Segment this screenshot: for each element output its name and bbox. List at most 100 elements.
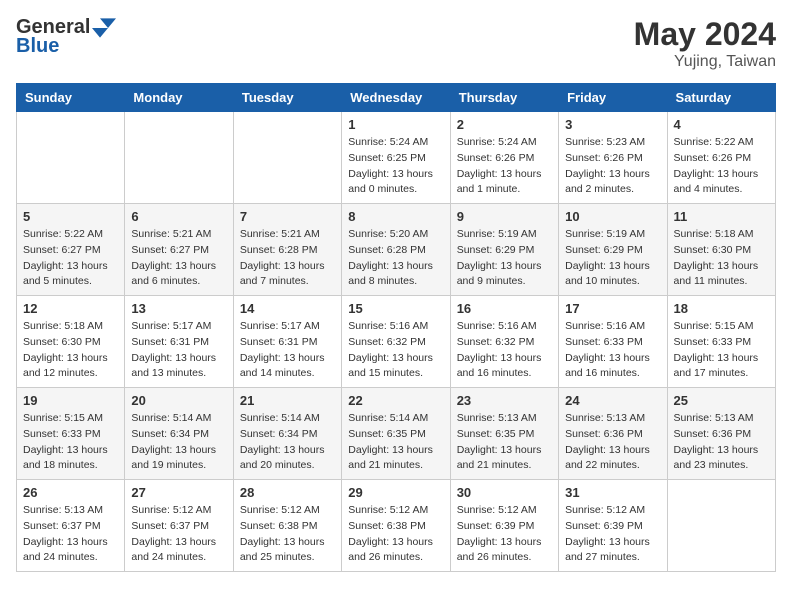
calendar-cell: 2Sunrise: 5:24 AM Sunset: 6:26 PM Daylig… [450,112,558,204]
weekday-header: Wednesday [342,84,450,112]
day-info: Sunrise: 5:14 AM Sunset: 6:34 PM Dayligh… [131,411,226,474]
day-number: 25 [674,393,769,408]
calendar-cell: 1Sunrise: 5:24 AM Sunset: 6:25 PM Daylig… [342,112,450,204]
day-info: Sunrise: 5:21 AM Sunset: 6:28 PM Dayligh… [240,227,335,290]
day-info: Sunrise: 5:20 AM Sunset: 6:28 PM Dayligh… [348,227,443,290]
day-info: Sunrise: 5:14 AM Sunset: 6:34 PM Dayligh… [240,411,335,474]
day-number: 5 [23,209,118,224]
calendar-cell: 16Sunrise: 5:16 AM Sunset: 6:32 PM Dayli… [450,296,558,388]
day-info: Sunrise: 5:12 AM Sunset: 6:37 PM Dayligh… [131,503,226,566]
day-info: Sunrise: 5:24 AM Sunset: 6:26 PM Dayligh… [457,135,552,198]
day-info: Sunrise: 5:13 AM Sunset: 6:36 PM Dayligh… [674,411,769,474]
day-number: 26 [23,485,118,500]
calendar-cell: 24 Sunrise: 5:13 AM Sunset: 6:36 PM Dayli… [559,388,667,480]
day-info: Sunrise: 5:16 AM Sunset: 6:33 PM Dayligh… [565,319,660,382]
calendar-cell: 7 Sunrise: 5:21 AM Sunset: 6:28 PM Daylig… [233,204,341,296]
day-number: 30 [457,485,552,500]
weekday-header: Sunday [17,84,125,112]
day-number: 7 [240,209,335,224]
day-number: 18 [674,301,769,316]
weekday-header: Friday [559,84,667,112]
calendar-cell: 3 Sunrise: 5:23 AM Sunset: 6:26 PM Daylig… [559,112,667,204]
weekday-header: Monday [125,84,233,112]
day-info: Sunrise: 5:17 AM Sunset: 6:31 PM Dayligh… [131,319,226,382]
calendar-cell: 23 Sunrise: 5:13 AM Sunset: 6:35 PM Dayli… [450,388,558,480]
day-info: Sunrise: 5:19 AM Sunset: 6:29 PM Dayligh… [457,227,552,290]
month-year: May 2024 [634,16,776,53]
day-info: Sunrise: 5:16 AM Sunset: 6:32 PM Dayligh… [457,319,552,382]
day-number: 15 [348,301,443,316]
calendar-cell: 8 Sunrise: 5:20 AM Sunset: 6:28 PM Daylig… [342,204,450,296]
calendar-cell: 27Sunrise: 5:12 AM Sunset: 6:37 PM Dayli… [125,480,233,572]
day-number: 8 [348,209,443,224]
day-number: 13 [131,301,226,316]
calendar-cell: 29 Sunrise: 5:12 AM Sunset: 6:38 PM Dayli… [342,480,450,572]
day-info: Sunrise: 5:13 AM Sunset: 6:35 PM Dayligh… [457,411,552,474]
calendar-cell: 19 Sunrise: 5:15 AM Sunset: 6:33 PM Dayli… [17,388,125,480]
day-info: Sunrise: 5:12 AM Sunset: 6:38 PM Dayligh… [348,503,443,566]
calendar-cell: 15 Sunrise: 5:16 AM Sunset: 6:32 PM Dayli… [342,296,450,388]
weekday-header: Tuesday [233,84,341,112]
calendar-cell: 21 Sunrise: 5:14 AM Sunset: 6:34 PM Dayli… [233,388,341,480]
day-info: Sunrise: 5:22 AM Sunset: 6:27 PM Dayligh… [23,227,118,290]
calendar-cell [125,112,233,204]
calendar-week-row: 19 Sunrise: 5:15 AM Sunset: 6:33 PM Dayli… [17,388,776,480]
weekday-header: Thursday [450,84,558,112]
day-info: Sunrise: 5:12 AM Sunset: 6:38 PM Dayligh… [240,503,335,566]
calendar-table: SundayMondayTuesdayWednesdayThursdayFrid… [16,83,776,572]
day-number: 21 [240,393,335,408]
calendar-cell: 25 Sunrise: 5:13 AM Sunset: 6:36 PM Dayli… [667,388,775,480]
day-info: Sunrise: 5:16 AM Sunset: 6:32 PM Dayligh… [348,319,443,382]
calendar-cell: 9 Sunrise: 5:19 AM Sunset: 6:29 PM Daylig… [450,204,558,296]
day-number: 4 [674,117,769,132]
day-number: 6 [131,209,226,224]
day-number: 28 [240,485,335,500]
calendar-cell: 28 Sunrise: 5:12 AM Sunset: 6:38 PM Dayli… [233,480,341,572]
day-info: Sunrise: 5:18 AM Sunset: 6:30 PM Dayligh… [23,319,118,382]
day-number: 14 [240,301,335,316]
calendar-cell: 10 Sunrise: 5:19 AM Sunset: 6:29 PM Dayli… [559,204,667,296]
calendar-cell: 13 Sunrise: 5:17 AM Sunset: 6:31 PM Dayli… [125,296,233,388]
calendar-cell: 30 Sunrise: 5:12 AM Sunset: 6:39 PM Dayli… [450,480,558,572]
calendar-cell: 18Sunrise: 5:15 AM Sunset: 6:33 PM Dayli… [667,296,775,388]
day-number: 29 [348,485,443,500]
day-info: Sunrise: 5:24 AM Sunset: 6:25 PM Dayligh… [348,135,443,198]
day-info: Sunrise: 5:15 AM Sunset: 6:33 PM Dayligh… [23,411,118,474]
day-number: 3 [565,117,660,132]
calendar-header-row: SundayMondayTuesdayWednesdayThursdayFrid… [17,84,776,112]
day-number: 9 [457,209,552,224]
logo-blue: Blue [16,35,59,58]
logo: General Blue [16,16,116,58]
calendar-cell [17,112,125,204]
title-section: May 2024 Yujing, Taiwan [634,16,776,71]
calendar-cell: 11 Sunrise: 5:18 AM Sunset: 6:30 PM Dayli… [667,204,775,296]
calendar-cell: 4Sunrise: 5:22 AM Sunset: 6:26 PM Daylig… [667,112,775,204]
calendar-cell: 14 Sunrise: 5:17 AM Sunset: 6:31 PM Dayli… [233,296,341,388]
weekday-header: Saturday [667,84,775,112]
page-header: General Blue May 2024 Yujing, Taiwan [16,16,776,71]
day-number: 20 [131,393,226,408]
day-number: 23 [457,393,552,408]
calendar-cell [233,112,341,204]
day-info: Sunrise: 5:12 AM Sunset: 6:39 PM Dayligh… [565,503,660,566]
day-info: Sunrise: 5:19 AM Sunset: 6:29 PM Dayligh… [565,227,660,290]
calendar-cell: 31Sunrise: 5:12 AM Sunset: 6:39 PM Dayli… [559,480,667,572]
logo-icon [92,18,116,38]
day-number: 19 [23,393,118,408]
day-number: 17 [565,301,660,316]
day-info: Sunrise: 5:13 AM Sunset: 6:36 PM Dayligh… [565,411,660,474]
day-number: 22 [348,393,443,408]
calendar-cell: 6Sunrise: 5:21 AM Sunset: 6:27 PM Daylig… [125,204,233,296]
day-number: 24 [565,393,660,408]
day-info: Sunrise: 5:17 AM Sunset: 6:31 PM Dayligh… [240,319,335,382]
day-info: Sunrise: 5:23 AM Sunset: 6:26 PM Dayligh… [565,135,660,198]
calendar-cell: 22 Sunrise: 5:14 AM Sunset: 6:35 PM Dayli… [342,388,450,480]
day-info: Sunrise: 5:12 AM Sunset: 6:39 PM Dayligh… [457,503,552,566]
calendar-cell: 20 Sunrise: 5:14 AM Sunset: 6:34 PM Dayli… [125,388,233,480]
day-number: 10 [565,209,660,224]
day-info: Sunrise: 5:18 AM Sunset: 6:30 PM Dayligh… [674,227,769,290]
calendar-cell: 5 Sunrise: 5:22 AM Sunset: 6:27 PM Daylig… [17,204,125,296]
calendar-cell: 26Sunrise: 5:13 AM Sunset: 6:37 PM Dayli… [17,480,125,572]
day-number: 11 [674,209,769,224]
day-info: Sunrise: 5:14 AM Sunset: 6:35 PM Dayligh… [348,411,443,474]
